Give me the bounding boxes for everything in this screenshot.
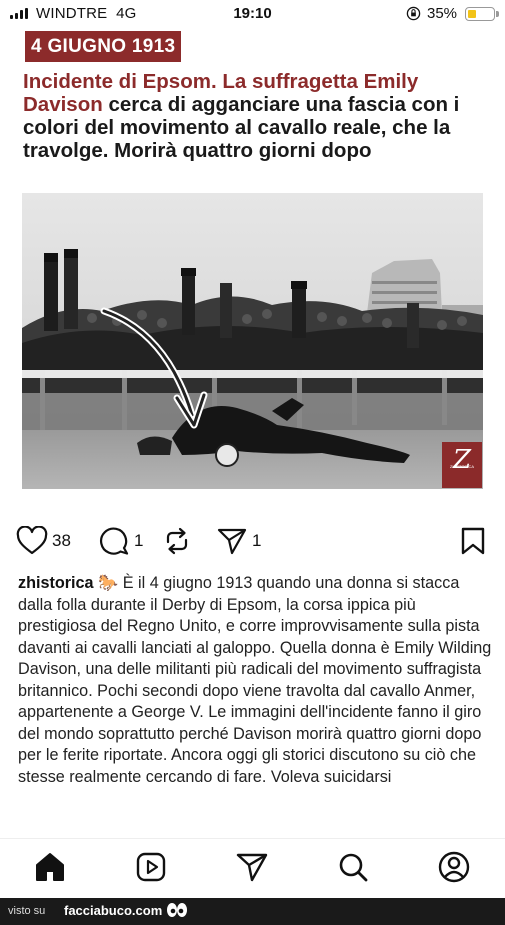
share-action[interactable]: 1	[216, 526, 261, 556]
repost-action[interactable]	[162, 526, 192, 556]
repost-icon[interactable]	[162, 526, 192, 556]
zhistorica-logo: Z ZHISTORICA	[442, 442, 482, 488]
post-actions: 38 1 1	[0, 524, 505, 562]
bookmark-icon[interactable]	[460, 526, 486, 556]
comment-action[interactable]: 1	[98, 526, 143, 556]
like-action[interactable]: 38	[16, 526, 71, 556]
save-action[interactable]	[460, 526, 486, 556]
home-icon[interactable]	[33, 850, 67, 884]
bottom-nav	[0, 838, 505, 896]
horse-emoji: 🐎	[98, 574, 119, 592]
search-icon[interactable]	[336, 850, 370, 884]
derby-photo-illustration	[22, 193, 483, 489]
orientation-lock-icon	[406, 6, 421, 21]
battery-fill	[468, 10, 477, 18]
watermark-site: facciabuco.com	[64, 903, 163, 918]
send-icon[interactable]	[216, 526, 248, 556]
heart-icon[interactable]	[16, 526, 48, 556]
profile-icon[interactable]	[437, 850, 471, 884]
share-count: 1	[252, 531, 262, 550]
nav-send-icon[interactable]	[235, 850, 269, 884]
status-bar: WINDTRE 4G 19:10 35%	[0, 0, 505, 28]
post-caption: zhistorica 🐎 È il 4 giugno 1913 quando u…	[18, 573, 492, 831]
reels-icon[interactable]	[134, 850, 168, 884]
battery-icon	[465, 7, 499, 21]
post-headline: Incidente di Epsom. La suffragetta Emily…	[23, 70, 493, 162]
watermark-bar: visto su facciabuco.com	[0, 898, 505, 925]
post-image[interactable]: 4 GIUGNO 1913 Incidente di Epsom. La suf…	[0, 28, 505, 528]
caption-text: È il 4 giugno 1913 quando una donna si s…	[18, 574, 492, 786]
like-count: 38	[52, 531, 71, 550]
comment-count: 1	[134, 531, 144, 550]
watermark-prefix: visto su	[8, 905, 46, 917]
historical-photo: Z ZHISTORICA	[22, 193, 483, 489]
caption-username[interactable]: zhistorica	[18, 574, 94, 592]
battery-percent: 35%	[427, 5, 458, 22]
eyes-icon	[167, 903, 187, 917]
date-badge: 4 GIUGNO 1913	[25, 31, 182, 62]
comment-icon[interactable]	[98, 526, 130, 556]
